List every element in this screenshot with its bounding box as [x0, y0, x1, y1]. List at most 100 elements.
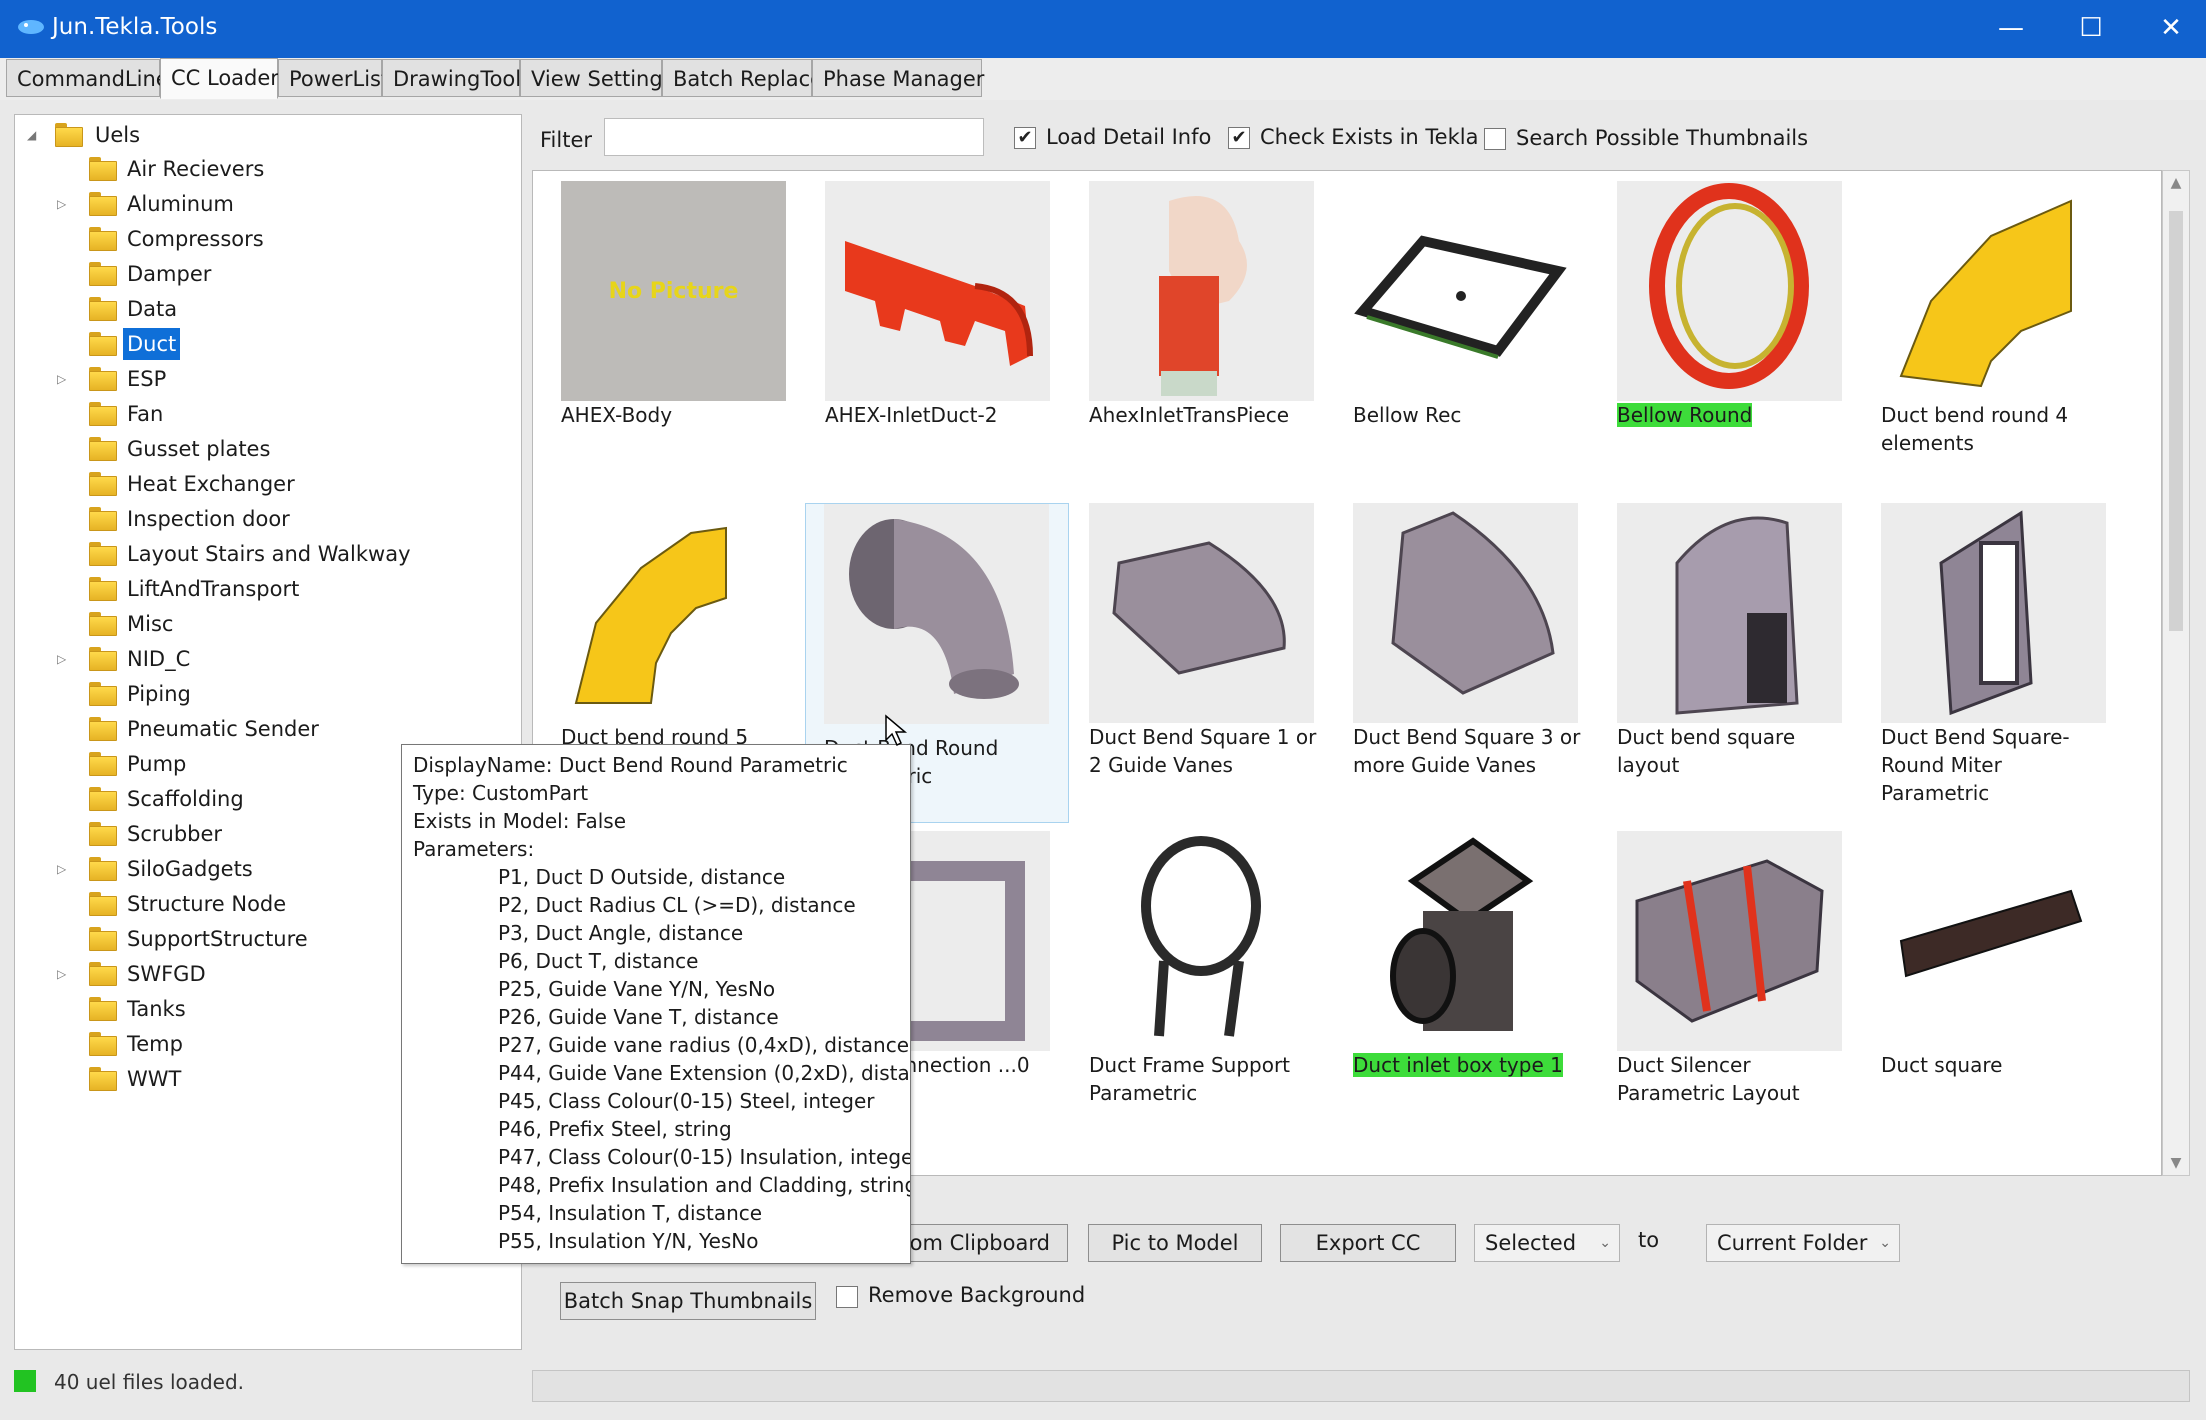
batch-snap-thumbnails-button[interactable]: Batch Snap Thumbnails	[560, 1282, 816, 1320]
gallery-item[interactable]: Duct Bend Square 1 or 2 Guide Vanes	[1061, 493, 1316, 813]
close-button[interactable]: ✕	[2136, 6, 2206, 50]
gallery-item-label: Duct Bend Square 3 or more Guide Vanes	[1353, 725, 1581, 777]
tree-item[interactable]: Data	[15, 293, 515, 325]
tree-item-label: Scaffolding	[127, 787, 244, 811]
scroll-up-icon[interactable]: ▲	[2163, 175, 2189, 191]
filter-input[interactable]	[604, 118, 984, 156]
tree-item[interactable]: Fan	[15, 398, 515, 430]
gallery-item[interactable]: No Picture AHEX-Body	[533, 171, 788, 491]
tab-phase-manager[interactable]: Phase Manager	[812, 59, 984, 97]
gallery-item[interactable]: Duct Bend Square-Round Miter Parametric	[1853, 493, 2108, 813]
tree-item[interactable]: Pneumatic Sender	[15, 713, 515, 745]
filter-label: Filter	[540, 128, 593, 152]
thumbnail-square-bend-vanes	[1089, 503, 1314, 723]
gallery-item[interactable]: Duct inlet box type 1	[1325, 821, 1580, 1141]
scroll-down-icon[interactable]: ▼	[2163, 1155, 2189, 1171]
tree-item[interactable]: Layout Stairs and Walkway	[15, 538, 515, 570]
tree-item[interactable]: ▷ ESP	[15, 363, 515, 395]
tab-drawingtool[interactable]: DrawingTool	[382, 59, 521, 97]
tab-view-settings[interactable]: View Settings	[520, 59, 674, 97]
tab-strip: CommandLine CC Loader PowerList DrawingT…	[0, 58, 2206, 100]
tree-item-label: Data	[127, 297, 178, 321]
maximize-button[interactable]: ☐	[2056, 6, 2126, 50]
target-select[interactable]: Current Folder ⌄	[1706, 1224, 1900, 1262]
mouse-cursor-icon	[885, 714, 908, 747]
tooltip-parameter: P2, Duct Radius CL (>=D), distance	[498, 893, 856, 917]
tree-item[interactable]: Misc	[15, 608, 515, 640]
folder-icon	[89, 437, 117, 461]
folder-icon	[89, 192, 117, 216]
tree-item[interactable]: ▷ NID_C	[15, 643, 515, 675]
remove-background-label: Remove Background	[868, 1283, 1086, 1307]
chevron-down-icon: ⌄	[1599, 1235, 1611, 1251]
expand-icon[interactable]: ▷	[57, 197, 71, 211]
tooltip-parameter: P48, Prefix Insulation and Cladding, str…	[498, 1173, 911, 1197]
gallery-item-label: Duct square	[1881, 1053, 2003, 1077]
tree-item[interactable]: Inspection door	[15, 503, 515, 535]
gallery-item[interactable]: Duct bend square layout	[1589, 493, 1844, 813]
gallery-scrollbar[interactable]: ▲ ▼	[2162, 170, 2190, 1176]
remove-background-checkbox[interactable]	[836, 1286, 858, 1308]
search-thumbnails-checkbox[interactable]	[1484, 128, 1506, 150]
tab-commandline[interactable]: CommandLine	[6, 59, 169, 97]
gallery-item-label: AHEX-InletDuct-2	[825, 403, 998, 427]
export-cc-button[interactable]: Export CC	[1280, 1224, 1456, 1262]
tab-powerlist[interactable]: PowerList	[278, 59, 389, 97]
tree-item[interactable]: Damper	[15, 258, 515, 290]
gallery-item[interactable]: Duct square	[1853, 821, 2108, 1141]
tooltip-parameter: P27, Guide vane radius (0,4xD), distance	[498, 1033, 910, 1057]
tree-item[interactable]: Duct	[15, 328, 515, 360]
pic-to-model-button[interactable]: Pic to Model	[1088, 1224, 1262, 1262]
tab-cc-loader[interactable]: CC Loader	[160, 58, 279, 99]
scope-select[interactable]: Selected ⌄	[1474, 1224, 1620, 1262]
tree-item[interactable]: Air Recievers	[15, 153, 515, 185]
tooltip-parameter: P1, Duct D Outside, distance	[498, 865, 786, 889]
gallery-item[interactable]: AHEX-InletDuct-2	[797, 171, 1052, 491]
thumbnail-inlet-box	[1353, 831, 1578, 1051]
tab-batch-replace[interactable]: Batch Replace	[662, 59, 823, 97]
tree-item[interactable]: Heat Exchanger	[15, 468, 515, 500]
folder-icon	[89, 682, 117, 706]
gallery-item[interactable]: Bellow Round	[1589, 171, 1844, 491]
tooltip-type: Type: CustomPart	[413, 781, 589, 805]
target-select-value: Current Folder	[1717, 1231, 1868, 1255]
tree-item[interactable]: Gusset plates	[15, 433, 515, 465]
gallery-item[interactable]: Duct Bend Square 3 or more Guide Vanes	[1325, 493, 1580, 813]
search-thumbnails-label: Search Possible Thumbnails	[1516, 126, 1809, 150]
thumbnail-miter	[1881, 503, 2106, 723]
tree-item[interactable]: ▷ Aluminum	[15, 188, 515, 220]
status-text: 40 uel files loaded.	[54, 1370, 245, 1394]
tooltip-parameter: P47, Class Colour(0-15) Insulation, inte…	[498, 1145, 911, 1169]
tooltip-parameter: P3, Duct Angle, distance	[498, 921, 744, 945]
status-indicator	[14, 1370, 36, 1392]
scrollbar-thumb[interactable]	[2169, 211, 2183, 631]
folder-icon	[89, 717, 117, 741]
tree-item[interactable]: Compressors	[15, 223, 515, 255]
tree-item[interactable]: LiftAndTransport	[15, 573, 515, 605]
collapse-icon[interactable]: ◢	[27, 128, 41, 142]
minimize-button[interactable]: —	[1976, 6, 2046, 50]
title-bar: Jun.Tekla.Tools — ☐ ✕	[0, 0, 2206, 58]
check-exists-checkbox[interactable]: ✔	[1228, 127, 1250, 149]
gallery-item[interactable]: Duct Frame Support Parametric	[1061, 821, 1316, 1141]
expand-icon[interactable]: ▷	[57, 967, 71, 981]
gallery-item-label: Bellow Rec	[1353, 403, 1462, 427]
gallery-item[interactable]: Bellow Rec	[1325, 171, 1580, 491]
gallery-item-label: Duct Silencer Parametric Layout	[1617, 1053, 1800, 1105]
expand-icon[interactable]: ▷	[57, 372, 71, 386]
tree-item-label: Layout Stairs and Walkway	[127, 542, 411, 566]
gallery-item[interactable]: Duct bend round 4 elements	[1853, 171, 2108, 491]
tree-root[interactable]: ◢ Uels	[15, 119, 515, 151]
tooltip-display-name: DisplayName: Duct Bend Round Parametric	[413, 753, 848, 777]
expand-icon[interactable]: ▷	[57, 652, 71, 666]
gallery-item[interactable]: AhexInletTransPiece	[1061, 171, 1316, 491]
tree-item-label: LiftAndTransport	[127, 577, 300, 601]
folder-icon	[89, 892, 117, 916]
tooltip-parameter: P26, Guide Vane T, distance	[498, 1005, 779, 1029]
folder-icon	[89, 297, 117, 321]
load-detail-info-checkbox[interactable]: ✔	[1014, 127, 1036, 149]
folder-icon	[89, 262, 117, 286]
gallery-item[interactable]: Duct Silencer Parametric Layout	[1589, 821, 1844, 1141]
expand-icon[interactable]: ▷	[57, 862, 71, 876]
tree-item[interactable]: Piping	[15, 678, 515, 710]
